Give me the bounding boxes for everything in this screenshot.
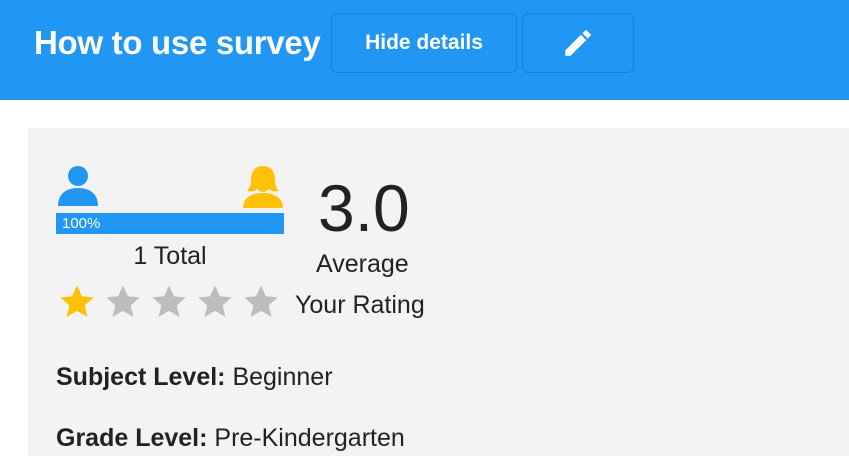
pencil-icon (565, 30, 591, 56)
average-rating-value: 3.0 (318, 171, 410, 245)
gender-split-bar: 100% (56, 213, 284, 234)
hide-details-button[interactable]: Hide details (331, 13, 517, 73)
average-label: Average (316, 250, 409, 278)
star-empty-icon[interactable] (196, 283, 234, 321)
your-rating-stars[interactable] (58, 283, 288, 323)
subject-level-value: Beginner (232, 363, 333, 391)
edit-button[interactable] (522, 13, 634, 73)
your-rating-label: Your Rating (295, 291, 425, 319)
subject-level: Subject Level: Beginner (56, 363, 333, 392)
survey-details-panel: 100% 1 Total 3.0 Average Your Rating Sub… (28, 128, 849, 456)
subject-level-label: Subject Level: (56, 363, 226, 391)
grade-level-value: Pre-Kindergarten (214, 424, 405, 452)
star-empty-icon[interactable] (150, 283, 188, 321)
total-count: 1 Total (133, 242, 207, 270)
female-user-icon (243, 166, 283, 208)
header-bar: How to use survey Hide details (0, 0, 849, 100)
star-filled-icon[interactable] (58, 283, 96, 321)
star-empty-icon[interactable] (104, 283, 142, 321)
grade-level-label: Grade Level: (56, 424, 208, 452)
page-title: How to use survey (34, 24, 321, 61)
star-empty-icon[interactable] (242, 283, 280, 321)
grade-level: Grade Level: Pre-Kindergarten (56, 424, 405, 453)
gender-split-percent: 100% (62, 215, 101, 232)
male-user-icon (58, 166, 98, 206)
